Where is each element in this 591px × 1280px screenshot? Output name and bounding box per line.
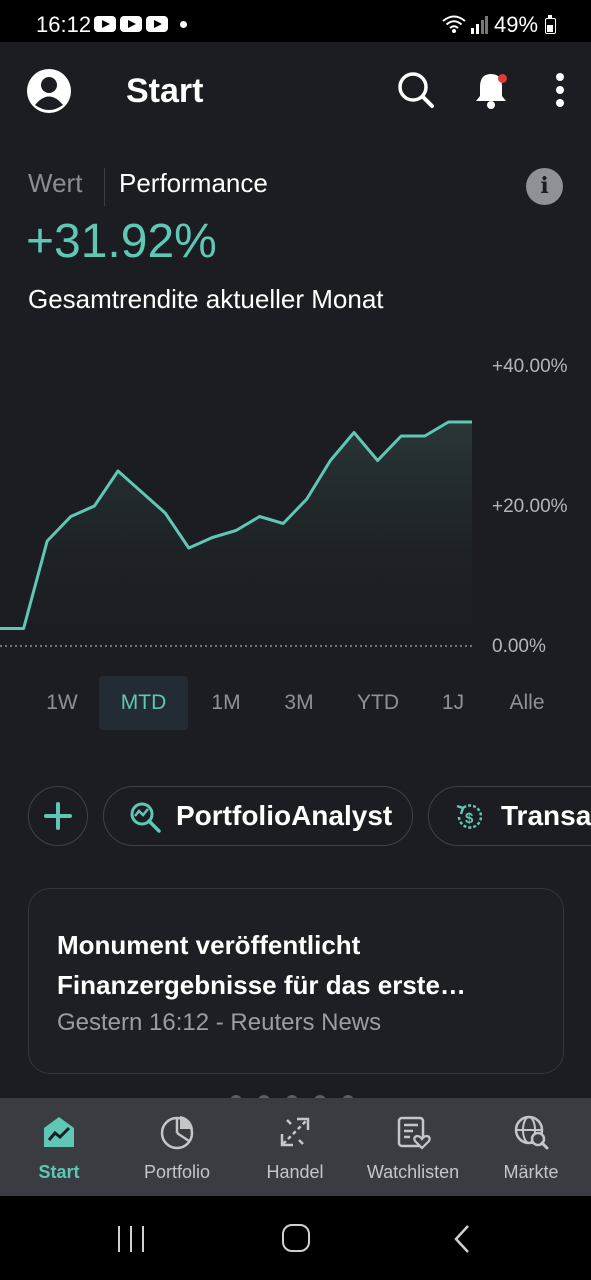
nav-portfolio[interactable]: Portfolio xyxy=(118,1098,236,1196)
nav-label: Portfolio xyxy=(143,1162,211,1182)
chart-area-fill xyxy=(0,422,472,646)
battery-icon xyxy=(545,15,556,34)
youtube-icon xyxy=(120,16,142,32)
portfolio-analyst-label: PortfolioAnalyst xyxy=(176,800,393,831)
battery-percent: 49% xyxy=(494,12,539,37)
range-mtd[interactable]: MTD xyxy=(99,676,188,730)
range-alle[interactable]: Alle xyxy=(492,676,562,730)
youtube-icon xyxy=(94,16,116,32)
nav-label: Start xyxy=(38,1162,80,1182)
range-1m[interactable]: 1M xyxy=(192,676,260,730)
news-headline-line: Finanzergebnisse für das erste… xyxy=(57,970,466,1000)
info-icon[interactable]: i xyxy=(526,168,563,205)
notification-badge xyxy=(498,74,507,83)
chart-home-icon xyxy=(44,1117,74,1147)
recent-apps-button[interactable] xyxy=(118,1226,146,1252)
globe-search-icon xyxy=(514,1115,549,1150)
bottom-navigation: Start Portfolio Handel Watchlisten Märkt… xyxy=(0,1098,591,1196)
nav-label: Watchlisten xyxy=(366,1162,460,1182)
tab-divider xyxy=(104,168,105,206)
range-selector: 1W MTD 1M 3M YTD 1J Alle xyxy=(0,676,591,730)
news-headline-line: Monument veröffentlicht xyxy=(57,930,361,960)
signal-icon xyxy=(471,16,488,34)
tab-performance[interactable]: Performance xyxy=(119,168,268,199)
back-button[interactable] xyxy=(452,1224,472,1254)
range-1j[interactable]: 1J xyxy=(420,676,486,730)
performance-subtitle: Gesamtrendite aktueller Monat xyxy=(28,284,384,314)
home-button[interactable] xyxy=(282,1224,310,1252)
transactions-chip[interactable]: $ Transa xyxy=(428,786,591,846)
y-tick-label: 0.00% xyxy=(492,636,546,657)
system-navigation-bar xyxy=(0,1196,591,1280)
range-3m[interactable]: 3M xyxy=(265,676,333,730)
quick-actions: PortfolioAnalyst $ Transa xyxy=(0,786,591,846)
nav-maerkte[interactable]: Märkte xyxy=(472,1098,590,1196)
account-icon[interactable] xyxy=(26,68,72,114)
trade-arrows-icon xyxy=(280,1117,310,1147)
pie-chart-icon xyxy=(160,1116,194,1150)
watchlist-heart-icon xyxy=(397,1116,431,1150)
top-app-bar: Start xyxy=(0,42,591,142)
status-time: 16:12 xyxy=(36,12,92,37)
performance-value: +31.92% xyxy=(26,215,217,268)
range-ytd[interactable]: YTD xyxy=(340,676,416,730)
search-icon[interactable] xyxy=(396,70,436,110)
performance-chart[interactable]: +40.00% +20.00% 0.00% xyxy=(0,342,591,662)
y-tick-label: +20.00% xyxy=(492,496,568,517)
wifi-icon xyxy=(442,15,466,33)
news-headline: Monument veröffentlicht Finanzergebnisse… xyxy=(57,925,527,1005)
transactions-icon: $ xyxy=(456,804,483,829)
status-bar: 16:12 49% xyxy=(0,0,591,44)
nav-label: Märkte xyxy=(503,1162,559,1182)
analyst-search-icon xyxy=(130,802,161,833)
range-1w[interactable]: 1W xyxy=(28,676,96,730)
svg-text:$: $ xyxy=(465,810,474,827)
tab-wert[interactable]: Wert xyxy=(28,168,82,199)
portfolio-analyst-chip[interactable]: PortfolioAnalyst xyxy=(103,786,413,846)
transactions-label: Transa xyxy=(501,800,591,831)
news-card[interactable]: Monument veröffentlicht Finanzergebnisse… xyxy=(28,888,564,1074)
y-tick-label: +40.00% xyxy=(492,356,568,377)
nav-start[interactable]: Start xyxy=(0,1098,118,1196)
app-screen: Start Wert Performance i +31.92% Gesamtr… xyxy=(0,42,591,1196)
news-meta: Gestern 16:12 - Reuters News xyxy=(57,1009,382,1036)
more-vertical-icon[interactable] xyxy=(540,70,580,110)
nav-handel[interactable]: Handel xyxy=(236,1098,354,1196)
youtube-icon xyxy=(146,16,168,32)
nav-label: Handel xyxy=(266,1162,324,1182)
notification-dot-icon xyxy=(180,21,187,28)
page-title: Start xyxy=(126,72,204,110)
add-button[interactable] xyxy=(28,786,88,846)
nav-watchlisten[interactable]: Watchlisten xyxy=(354,1098,472,1196)
